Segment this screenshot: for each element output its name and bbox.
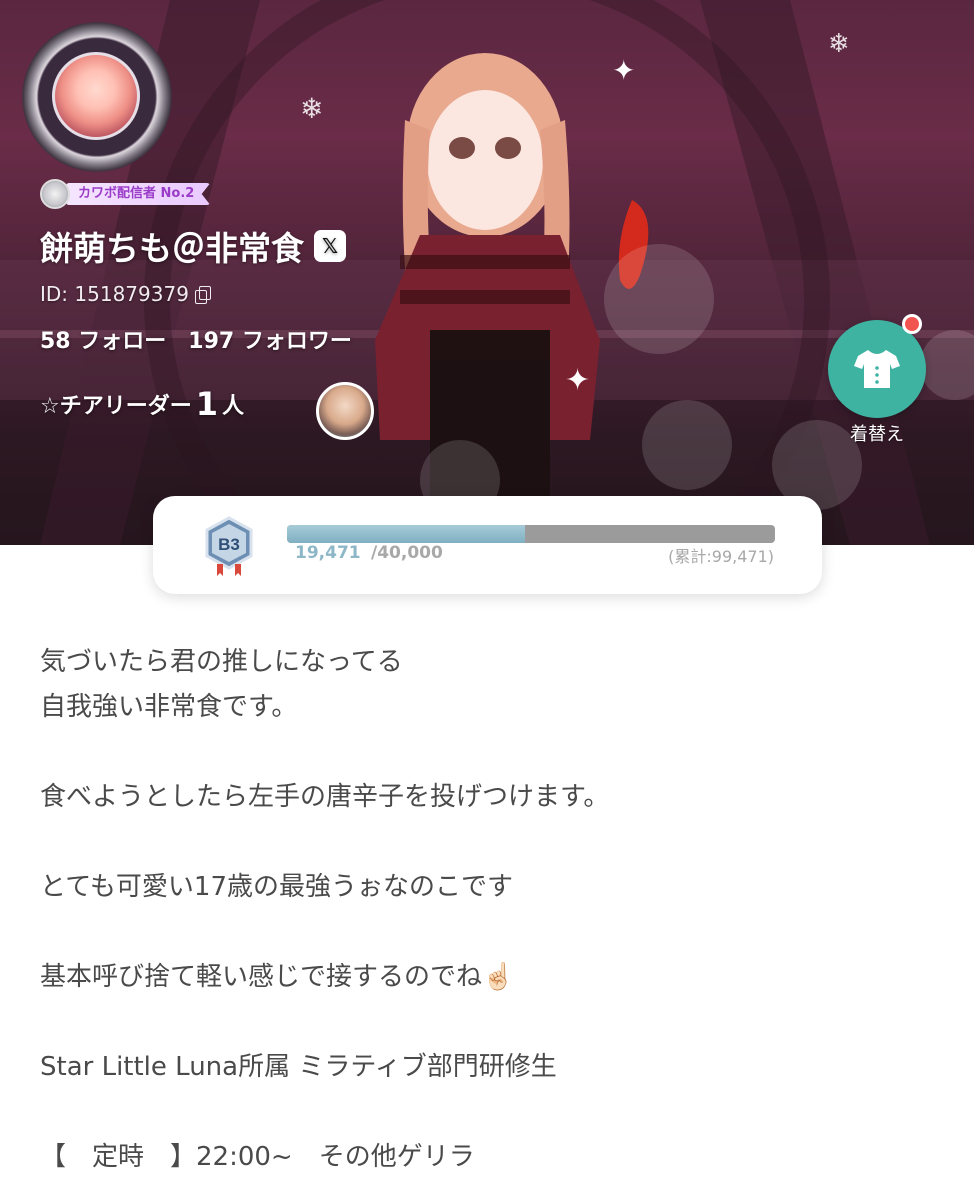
bio-line: 気づいたら君の推しになってる [40, 647, 403, 677]
notification-dot [902, 314, 922, 334]
profile-bio: 気づいたら君の推しになってる 自我強い非常食です。食べようとしたら左手の唐辛子を投… [40, 640, 940, 1180]
streamer-rank-label: カワボ配信者 No.2 [66, 183, 211, 205]
profile-name-row: 餅萌ちも＠非常食 𝕏 [40, 222, 346, 270]
bio-line: 食べようとしたら左手の唐辛子を投げつけます。 [40, 782, 610, 812]
x-link-icon[interactable]: 𝕏 [314, 230, 346, 262]
progress-total: (累計:99,471) [668, 547, 774, 566]
svg-text:❄: ❄ [828, 29, 850, 59]
user-id-row: ID: 151879379 [40, 282, 211, 306]
costume-button[interactable] [828, 320, 926, 418]
avatar[interactable] [52, 52, 140, 140]
cheerleader-label: ☆チアリーダー [40, 394, 192, 419]
following-count[interactable]: 58 フォロー [40, 323, 166, 355]
rank-b3-icon: B3 [205, 516, 253, 576]
bio-blank-line [40, 1000, 940, 1045]
bio-blank-line [40, 1090, 940, 1135]
followers-count[interactable]: 197 フォロワー [188, 323, 352, 355]
medal-icon [40, 179, 70, 209]
bio-line: 基本呼び捨て軽い感じで接するのでね☝🏻 [40, 962, 515, 992]
bokeh-light [642, 400, 732, 490]
svg-text:✦: ✦ [565, 363, 590, 398]
bio-line: Star Little Luna所属 ミラティブ部門研修生 [40, 1052, 557, 1082]
level-card[interactable]: B3 19,471 /40,000 (累計:99,471) [153, 496, 822, 594]
svg-text:✦: ✦ [612, 54, 635, 87]
progress-current: 19,471 [295, 543, 361, 563]
progress-goal: /40,000 [371, 543, 443, 563]
user-id-text: ID: 151879379 [40, 282, 189, 306]
bokeh-light [604, 244, 714, 354]
cheerleader-avatar[interactable] [316, 382, 374, 440]
bio-blank-line [40, 820, 940, 865]
streamer-rank-badge[interactable]: カワボ配信者 No.2 [40, 179, 262, 209]
bio-line: 自我強い非常食です。 [40, 692, 298, 722]
follow-stats: 58 フォロー 197 フォロワー [40, 323, 352, 355]
bio-line: とても可愛い17歳の最強うぉなのこです [40, 872, 514, 902]
costume-label: 着替え [850, 424, 904, 445]
display-name: 餅萌ちも＠非常食 [40, 229, 304, 268]
cheerleader-number: 1 [195, 385, 218, 423]
bio-blank-line [40, 910, 940, 955]
cheerleader-count[interactable]: ☆チアリーダー 1 人 [40, 385, 244, 423]
bio-line: 【 定時 】22:00~ その他ゲリラ [40, 1142, 475, 1172]
bio-blank-line [40, 730, 940, 775]
level-progress-fill [287, 525, 525, 543]
shirt-icon [854, 350, 900, 388]
svg-text:❄: ❄ [300, 92, 323, 125]
level-progress-bar [287, 525, 775, 543]
cheerleader-unit: 人 [222, 394, 245, 419]
copy-icon[interactable] [194, 285, 211, 304]
rank-label: B3 [218, 535, 240, 554]
